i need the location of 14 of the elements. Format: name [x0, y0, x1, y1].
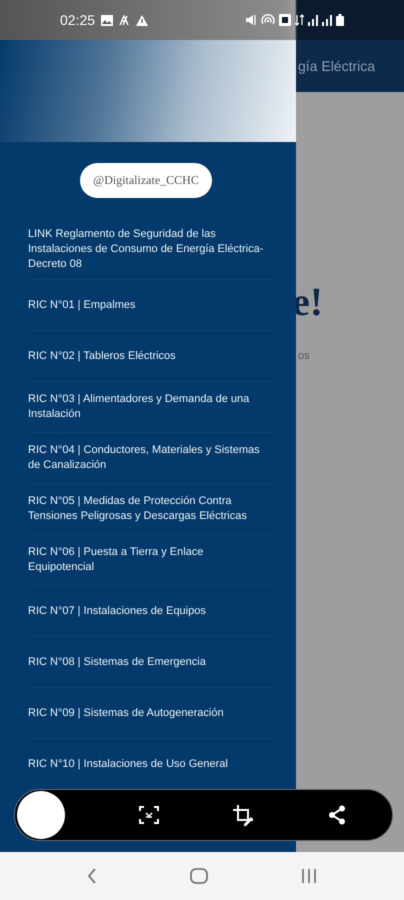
menu-item[interactable]: RIC N°09 | Sistemas de Autogeneración: [28, 688, 276, 739]
body-text: os: [298, 350, 310, 362]
menu-item[interactable]: RIC N°06 | Puesta a Tierra y Enlace Equipotencial: [28, 535, 276, 586]
menu-item[interactable]: RIC N°08 | Sistemas de Emergencia: [28, 637, 276, 688]
menu-item[interactable]: RIC N°03 | Alimentadores y Demanda de una Instalación: [28, 382, 276, 433]
status-time: 02:25: [60, 12, 96, 28]
menu-item[interactable]: RIC N°04 | Conductores, Materiales y Sistemas de Canalización: [28, 433, 276, 484]
handle-button[interactable]: @Digitalizate_CCHC: [80, 163, 212, 198]
app-title: gía Eléctrica: [298, 58, 376, 74]
menu-item[interactable]: RIC N°05 | Medidas de Protección Contra Tensiones Peligrosas y Descargas Eléctricas: [28, 484, 276, 535]
menu-item[interactable]: LINK Reglamento de Seguridad de las Instalaciones de Consumo de Energía Eléctrica- Decreto 08: [28, 219, 276, 280]
menu-item[interactable]: RIC N°01 | Empalmes: [28, 280, 276, 331]
menu-item[interactable]: RIC N°07 | Instalaciones de Equipos: [28, 586, 276, 637]
menu-item[interactable]: RIC N°02 | Tableros Eléctricos: [28, 331, 276, 382]
